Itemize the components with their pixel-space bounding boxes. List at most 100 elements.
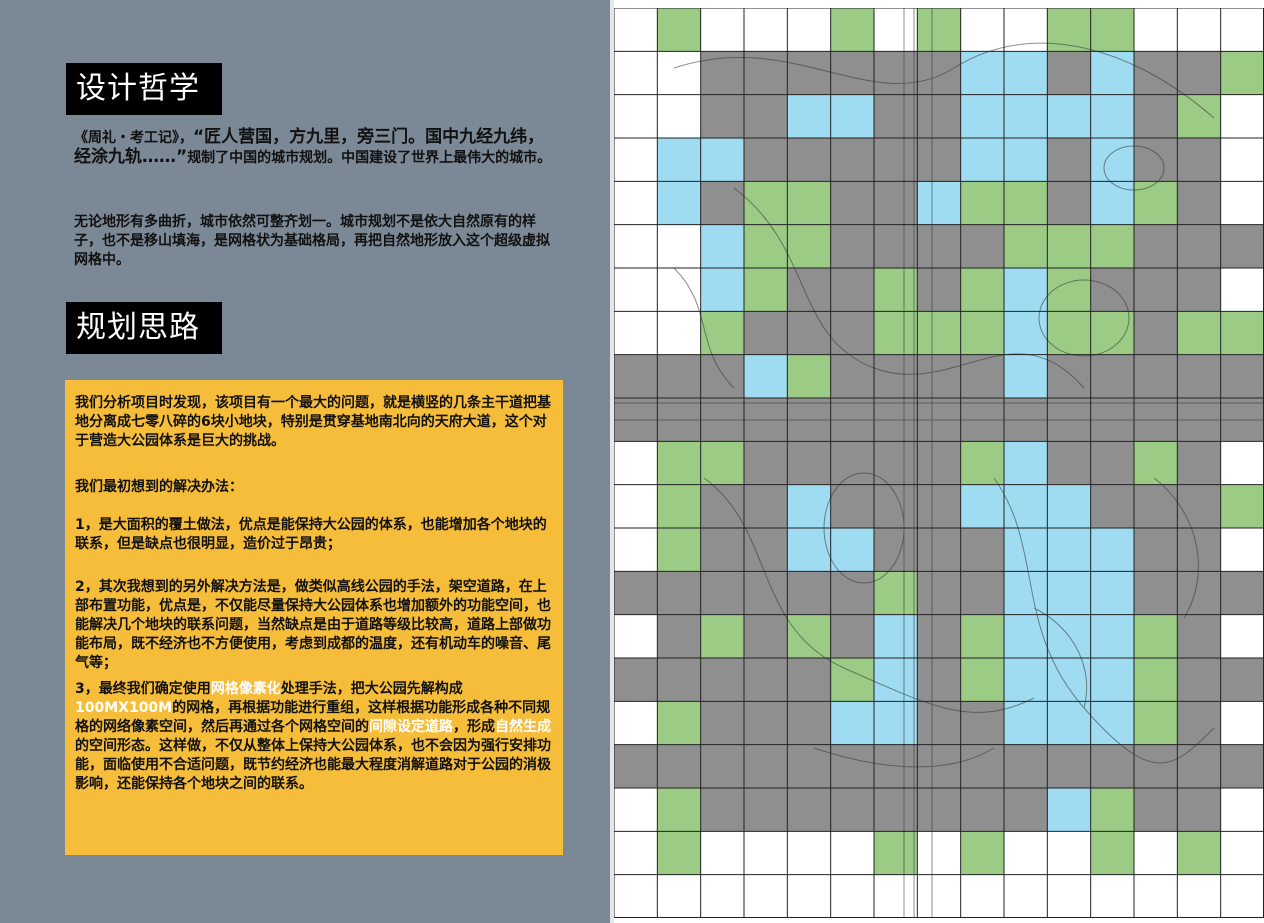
gray-built-cell [1177, 224, 1221, 268]
gray-built-cell [787, 51, 831, 95]
green-park-cell [1090, 224, 1134, 268]
gray-built-cell [1134, 268, 1178, 312]
gray-built-cell [917, 354, 961, 398]
blue-water-cell [1004, 658, 1048, 702]
gray-built-cell [744, 138, 788, 182]
planning-paragraph-4: 2，其次我想到的另外解决方法是，做类似高线公园的手法，架空道路，在上部布置功能，… [75, 579, 551, 671]
white-cell [1220, 614, 1264, 658]
green-park-cell [1004, 181, 1048, 225]
gray-built-cell [657, 354, 701, 398]
gray-built-cell [787, 658, 831, 702]
white-cell [614, 268, 658, 312]
white-cell [614, 8, 658, 52]
gray-built-cell [917, 484, 961, 528]
philosophy-source: 《周礼・考工记》， [74, 130, 193, 146]
gray-built-cell [744, 441, 788, 485]
planning-paragraph-5: 3，最终我们确定使用网格像素化处理手法，把大公园先解构成100MX100M的网格… [75, 680, 555, 794]
white-cell [787, 831, 831, 875]
gray-built-cell [874, 224, 918, 268]
gray-built-cell [917, 788, 961, 832]
white-cell [787, 8, 831, 52]
white-cell [614, 701, 658, 745]
blue-water-cell [1004, 614, 1048, 658]
white-cell [917, 831, 961, 875]
gray-built-cell [700, 181, 744, 225]
white-cell [614, 138, 658, 182]
white-cell [614, 788, 658, 832]
grid-site-plan [614, 8, 1264, 918]
gray-built-cell [787, 788, 831, 832]
gray-built-cell [830, 311, 874, 355]
gray-built-cell [830, 354, 874, 398]
planning-paragraph-1: 我们分析项目时发现，该项目有一个最大的问题，就是横竖的几条主干道把基地分离成七零… [75, 395, 551, 449]
gray-built-cell [787, 701, 831, 745]
white-cell [1134, 874, 1178, 918]
green-park-cell [1090, 831, 1134, 875]
gray-built-cell [960, 701, 1004, 745]
gray-built-cell [700, 484, 744, 528]
gray-built-cell [1220, 571, 1264, 615]
gray-built-cell [1220, 744, 1264, 788]
highlight-gap-roads: 间隙设定道路 [369, 719, 453, 735]
gray-built-cell [874, 484, 918, 528]
green-park-cell [744, 268, 788, 312]
gray-built-cell [1177, 268, 1221, 312]
gray-built-cell [787, 138, 831, 182]
gray-built-cell [1134, 224, 1178, 268]
philosophy-paragraph-1: 《周礼・考工记》，“匠人营国，方九里，旁三门。国中九经九纬，经涂九轨……”规制了… [74, 128, 558, 168]
green-park-cell [874, 311, 918, 355]
white-cell [1220, 94, 1264, 138]
green-park-cell [1177, 831, 1221, 875]
blue-water-cell [1004, 528, 1048, 572]
green-park-cell [1134, 614, 1178, 658]
gray-built-cell [1134, 484, 1178, 528]
gray-built-cell [657, 614, 701, 658]
green-park-cell [657, 701, 701, 745]
green-park-cell [657, 788, 701, 832]
gray-built-cell [917, 658, 961, 702]
gray-built-cell [1047, 181, 1091, 225]
gray-built-cell [1090, 744, 1134, 788]
white-cell [744, 831, 788, 875]
white-cell [1220, 831, 1264, 875]
gray-built-cell [744, 528, 788, 572]
gray-built-cell [657, 571, 701, 615]
blue-water-cell [1047, 528, 1091, 572]
gray-built-cell [917, 614, 961, 658]
white-cell [614, 874, 658, 918]
gray-built-cell [614, 571, 658, 615]
white-cell [1220, 874, 1264, 918]
gray-built-cell [874, 354, 918, 398]
gray-built-cell [960, 354, 1004, 398]
green-park-cell [1090, 8, 1134, 52]
gray-built-cell [1090, 354, 1134, 398]
blue-water-cell [1090, 51, 1134, 95]
green-park-cell [657, 831, 701, 875]
green-park-cell [787, 224, 831, 268]
gray-built-cell [1134, 788, 1178, 832]
blue-water-cell [960, 138, 1004, 182]
gray-built-cell [1134, 94, 1178, 138]
green-park-cell [1177, 311, 1221, 355]
blue-water-cell [1047, 658, 1091, 702]
blue-water-cell [1047, 94, 1091, 138]
gray-built-cell [874, 788, 918, 832]
green-park-cell [830, 8, 874, 52]
blue-water-cell [1047, 484, 1091, 528]
white-cell [1177, 8, 1221, 52]
white-cell [960, 8, 1004, 52]
green-park-cell [700, 441, 744, 485]
white-cell [1047, 831, 1091, 875]
white-cell [614, 441, 658, 485]
white-cell [744, 874, 788, 918]
gray-built-cell [700, 94, 744, 138]
gray-built-cell [830, 181, 874, 225]
gray-built-cell [787, 268, 831, 312]
white-cell [614, 94, 658, 138]
green-park-cell [1134, 181, 1178, 225]
white-cell [1177, 874, 1221, 918]
gray-built-cell [1177, 441, 1221, 485]
green-park-cell [787, 354, 831, 398]
gray-built-cell [1004, 788, 1048, 832]
gray-built-cell [830, 138, 874, 182]
